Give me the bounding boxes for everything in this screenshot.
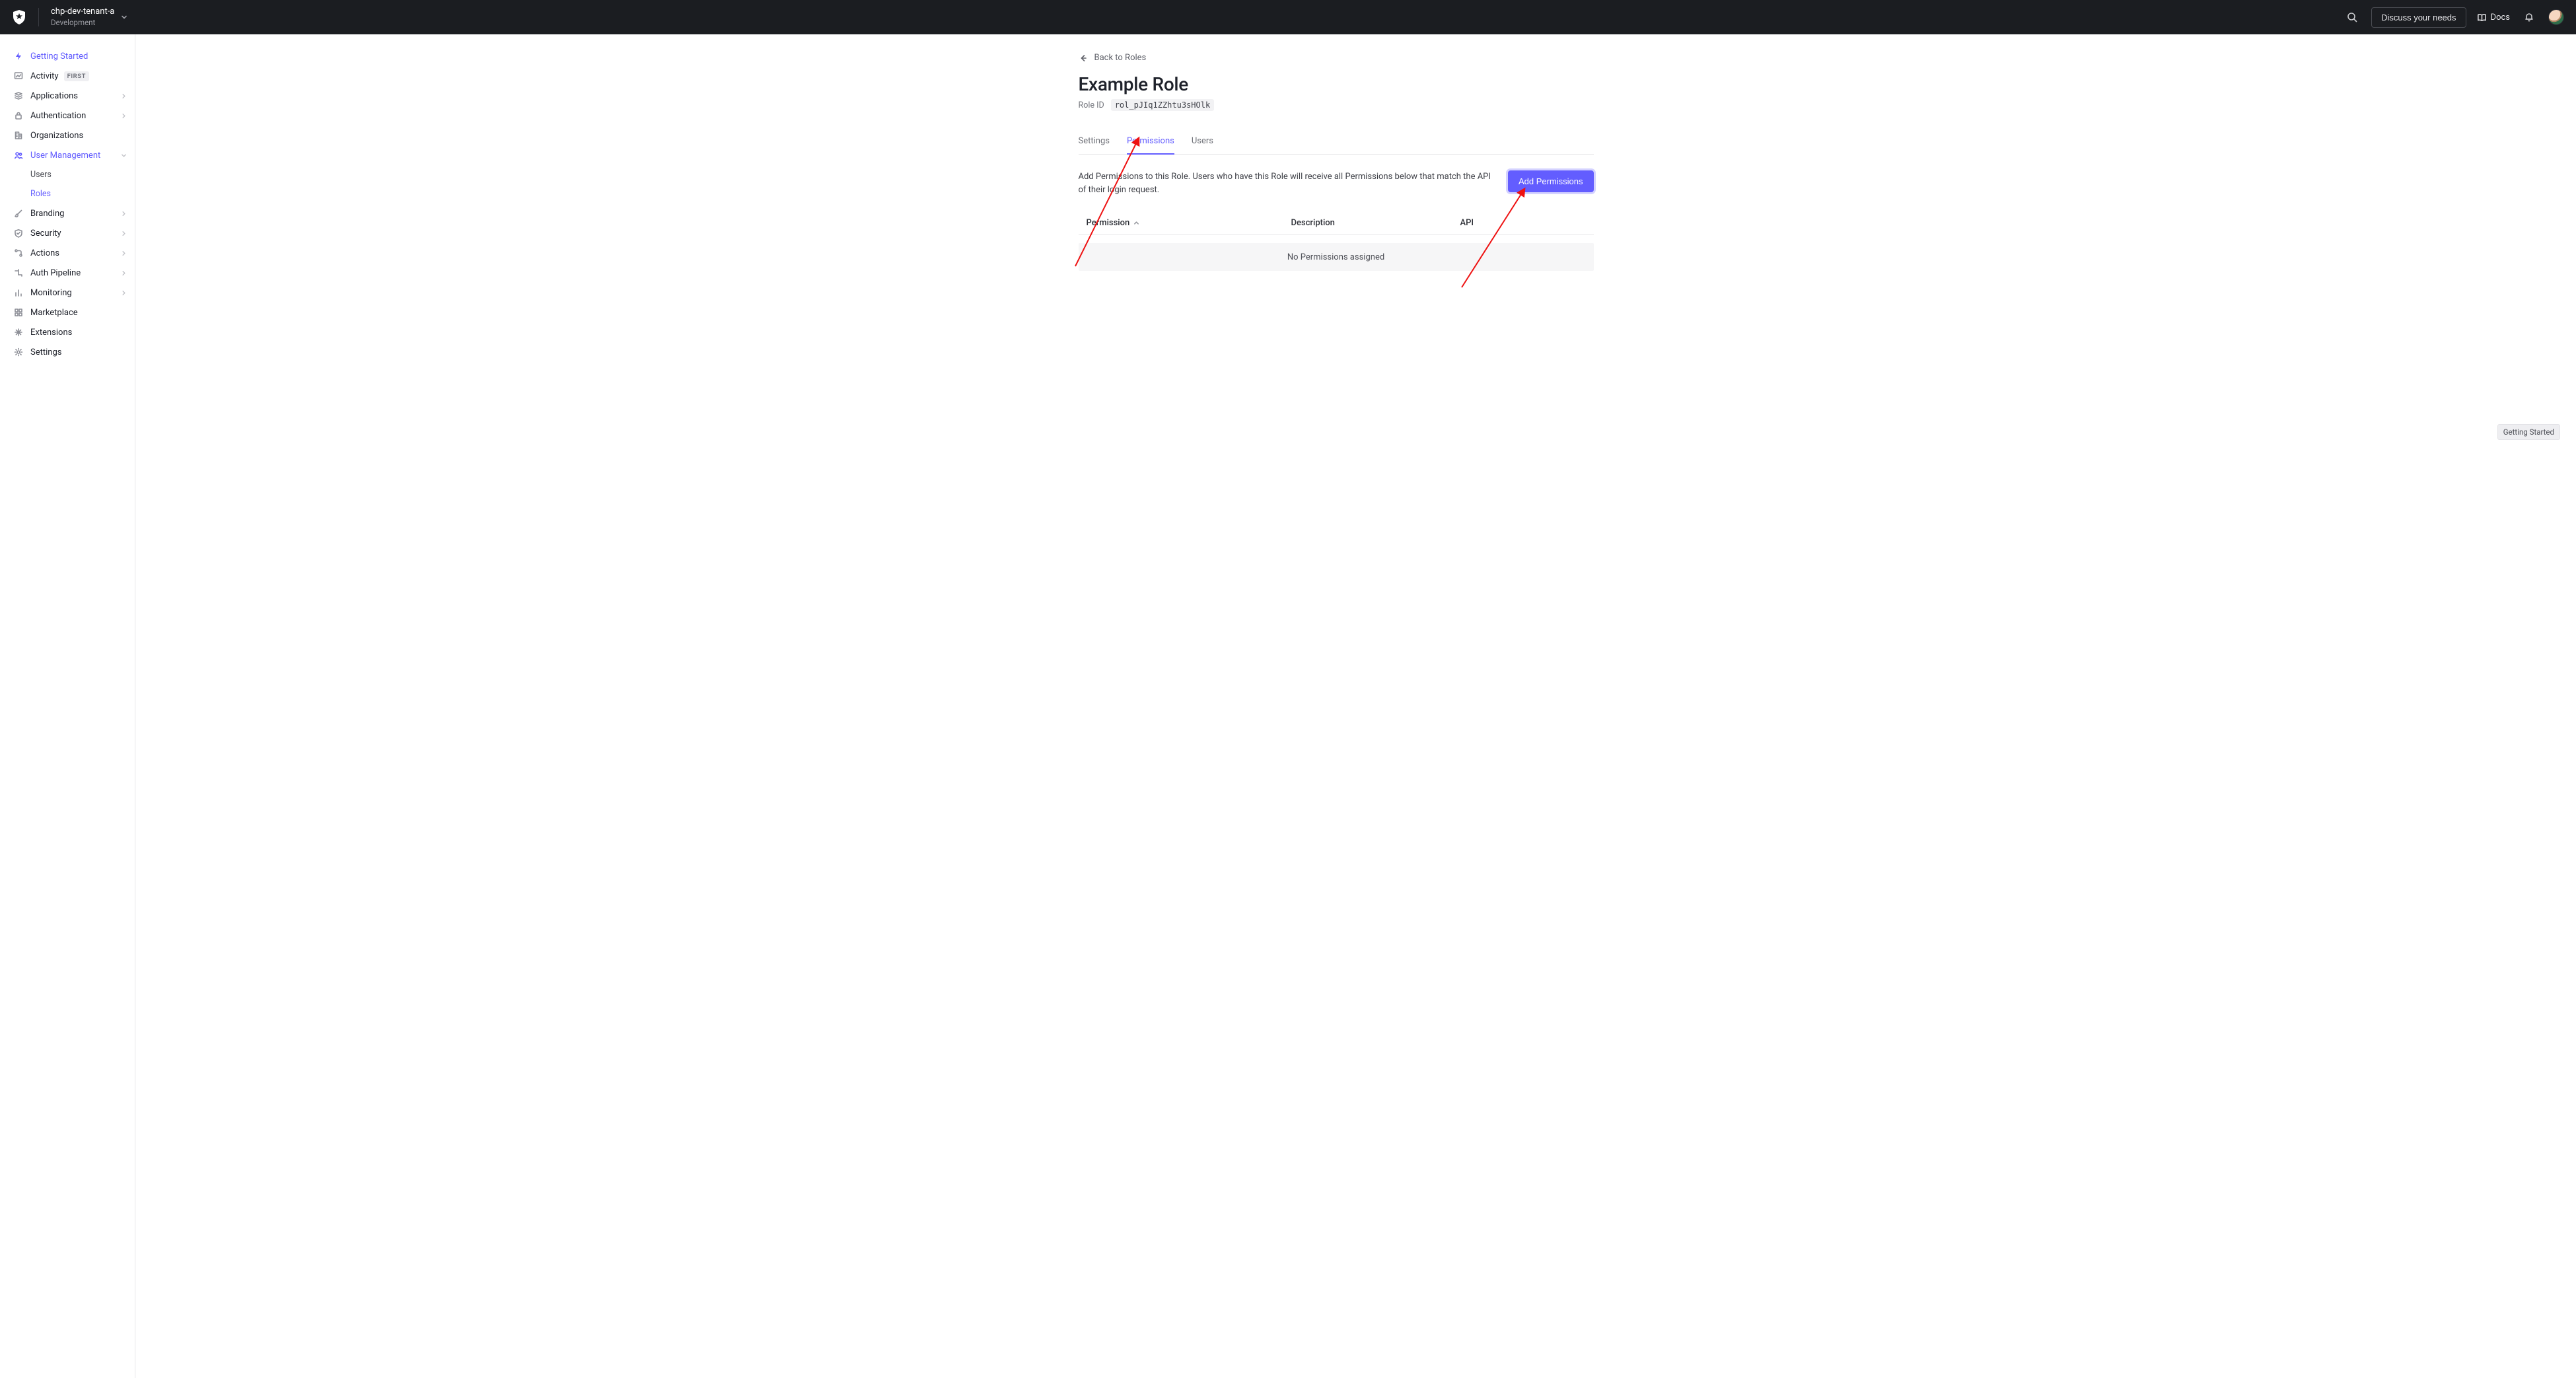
sort-asc-icon [1133,220,1139,226]
tab-settings[interactable]: Settings [1079,136,1110,154]
chevron-right-icon [121,211,127,217]
bar-chart-icon [13,287,24,298]
sidebar-item-label: Extensions [30,328,72,338]
sidebar-subitem-users[interactable]: Users [0,165,135,184]
sidebar-item-applications[interactable]: Applications [0,86,135,106]
tenant-switcher[interactable]: chp-dev-tenant-a Development [51,7,127,27]
users-icon [13,150,24,161]
sidebar-item-label: Applications [30,91,78,101]
permissions-table: Permission Description API No Permission… [1079,211,1594,271]
sidebar-item-user-management[interactable]: User Management [0,145,135,165]
permissions-description: Add Permissions to this Role. Users who … [1079,170,1492,197]
topbar: chp-dev-tenant-a Development Discuss you… [0,0,2576,34]
notifications-bell-icon[interactable] [2521,9,2538,26]
brush-icon [13,208,24,219]
tab-permissions[interactable]: Permissions [1127,136,1174,154]
badge-first: FIRST [64,71,89,81]
getting-started-chip[interactable]: Getting Started [2497,424,2560,440]
add-permissions-button[interactable]: Add Permissions [1508,170,1594,192]
bolt-icon [13,51,24,61]
column-permission[interactable]: Permission [1087,218,1291,228]
sidebar-item-activity[interactable]: Activity FIRST [0,66,135,86]
content: Back to Roles Example Role Role ID rol_p… [1079,34,1594,297]
sidebar-item-auth-pipeline[interactable]: Auth Pipeline [0,263,135,283]
sidebar-item-label: User Management [30,151,100,161]
pipeline-icon [13,268,24,278]
back-to-roles-link[interactable]: Back to Roles [1079,53,1594,63]
grid-icon [13,307,24,318]
sidebar-item-authentication[interactable]: Authentication [0,106,135,126]
gear-icon [13,347,24,357]
sidebar-item-label: Marketplace [30,308,78,318]
docs-label: Docs [2491,13,2510,22]
permissions-header: Add Permissions to this Role. Users who … [1079,170,1594,197]
sidebar-item-label: Auth Pipeline [30,268,81,278]
chevron-down-icon [121,14,127,20]
chart-line-icon [13,71,24,81]
page-title: Example Role [1079,73,1594,95]
sidebar-item-label: Monitoring [30,288,72,298]
chevron-right-icon [121,93,127,99]
tenant-environment: Development [51,18,114,28]
main: Back to Roles Example Role Role ID rol_p… [135,34,2576,1378]
sidebar-item-extensions[interactable]: Extensions [0,322,135,342]
back-label: Back to Roles [1094,53,1147,63]
chevron-right-icon [121,270,127,276]
stack-icon [13,91,24,101]
sparkle-icon [13,327,24,338]
sidebar-item-settings[interactable]: Settings [0,342,135,362]
chevron-right-icon [121,250,127,256]
sidebar-item-monitoring[interactable]: Monitoring [0,283,135,303]
sidebar-item-marketplace[interactable]: Marketplace [0,303,135,322]
sidebar-subitem-roles[interactable]: Roles [0,184,135,203]
tab-users[interactable]: Users [1192,136,1213,154]
sidebar-item-label: Actions [30,248,59,258]
column-description[interactable]: Description [1291,218,1460,228]
sidebar-item-label: Branding [30,209,64,219]
discuss-your-needs-button[interactable]: Discuss your needs [2371,7,2466,28]
empty-state: No Permissions assigned [1079,243,1594,271]
sidebar-item-label: Getting Started [30,52,88,61]
table-header: Permission Description API [1079,211,1594,235]
arrow-left-icon [1079,54,1088,63]
sidebar-item-label: Authentication [30,111,86,121]
sidebar-item-branding[interactable]: Branding [0,203,135,223]
column-label: Permission [1087,218,1130,228]
sidebar-item-actions[interactable]: Actions [0,243,135,263]
book-icon [2477,13,2487,22]
tabs: Settings Permissions Users [1079,136,1594,155]
topbar-divider [38,8,39,26]
role-id-label: Role ID [1079,100,1104,110]
sidebar: Getting Started Activity FIRST Applicati… [0,34,135,1378]
logo-shield-icon [12,9,26,25]
column-api[interactable]: API [1460,218,1586,228]
sidebar-item-label: Users [30,170,52,180]
sidebar-item-label: Activity [30,71,59,81]
building-icon [13,130,24,141]
sidebar-item-organizations[interactable]: Organizations [0,126,135,145]
chevron-right-icon [121,290,127,296]
docs-link[interactable]: Docs [2477,13,2510,22]
lock-icon [13,110,24,121]
chevron-right-icon [121,231,127,236]
search-icon[interactable] [2343,9,2361,26]
topbar-actions: Discuss your needs Docs [2343,7,2564,28]
role-id-row: Role ID rol_pJIq1ZZhtu3sHOlk [1079,99,1594,111]
role-id-value: rol_pJIq1ZZhtu3sHOlk [1111,99,1215,111]
tenant-name: chp-dev-tenant-a [51,7,114,17]
sidebar-item-label: Security [30,229,61,238]
chevron-down-icon [121,153,127,159]
sidebar-item-getting-started[interactable]: Getting Started [0,46,135,66]
sidebar-item-label: Roles [30,189,51,199]
chevron-right-icon [121,113,127,119]
user-avatar[interactable] [2548,9,2564,25]
sidebar-item-label: Organizations [30,131,83,141]
sidebar-item-security[interactable]: Security [0,223,135,243]
flow-icon [13,248,24,258]
shield-check-icon [13,228,24,238]
sidebar-item-label: Settings [30,347,61,357]
